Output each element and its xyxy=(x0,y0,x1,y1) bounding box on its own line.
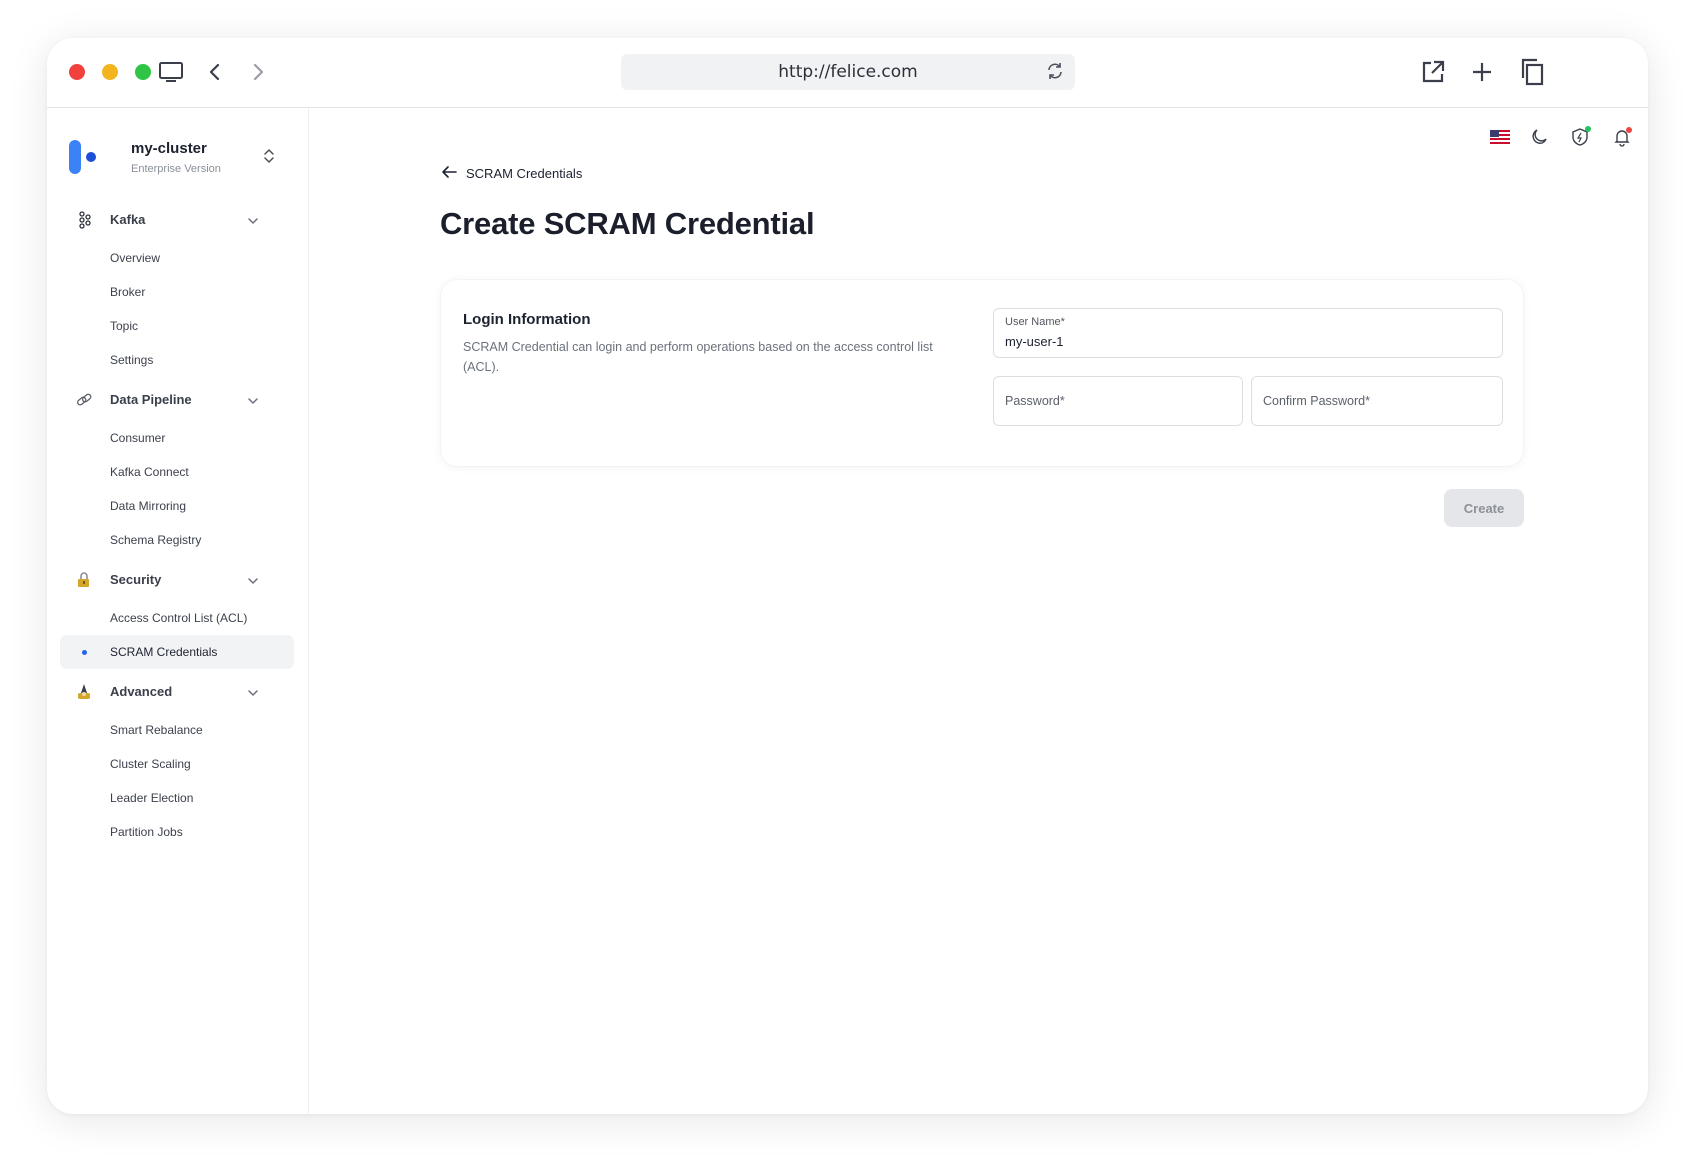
confirm-password-placeholder: Confirm Password* xyxy=(1263,394,1370,408)
sidebar-item-label: Kafka Connect xyxy=(110,465,189,479)
sidebar-item-scram-credentials[interactable]: SCRAM Credentials xyxy=(60,635,294,669)
monitor-icon[interactable] xyxy=(155,56,187,88)
password-field[interactable]: Password* xyxy=(993,376,1243,426)
nav-section-label: Kafka xyxy=(110,212,146,227)
nav-section-advanced[interactable]: Advanced xyxy=(47,675,309,709)
back-to-scram-credentials[interactable]: SCRAM Credentials xyxy=(441,165,582,182)
create-button[interactable]: Create xyxy=(1444,489,1524,527)
browser-window: http://felice.com my-cluster Enterprise … xyxy=(47,38,1648,1114)
url-bar[interactable]: http://felice.com xyxy=(621,54,1075,90)
sidebar-item-topic[interactable]: Topic xyxy=(60,309,294,343)
sidebar-item-label: Smart Rebalance xyxy=(110,723,203,737)
sidebar-item-label: Settings xyxy=(110,353,154,367)
close-window-button[interactable] xyxy=(69,64,85,80)
nav-section-label: Security xyxy=(110,572,162,587)
sidebar-item-label: Partition Jobs xyxy=(110,825,183,839)
arrow-left-icon xyxy=(441,165,457,182)
copy-icon[interactable] xyxy=(1516,56,1548,88)
open-external-icon[interactable] xyxy=(1417,56,1449,88)
sidebar-item-label: Broker xyxy=(110,285,146,299)
sidebar-item-data-mirroring[interactable]: Data Mirroring xyxy=(60,489,294,523)
maximize-window-button[interactable] xyxy=(135,64,151,80)
lock-icon xyxy=(75,571,93,589)
shield-icon[interactable] xyxy=(1570,126,1592,153)
cluster-switcher[interactable]: my-cluster Enterprise Version xyxy=(67,128,297,178)
sidebar-item-kafka-connect[interactable]: Kafka Connect xyxy=(60,455,294,489)
back-link-label: SCRAM Credentials xyxy=(466,166,583,181)
url-text: http://felice.com xyxy=(778,62,918,82)
us-flag-icon[interactable] xyxy=(1490,130,1510,149)
sidebar-item-label: SCRAM Credentials xyxy=(110,645,218,659)
sidebar-item-label: Consumer xyxy=(110,431,166,445)
username-field[interactable]: User Name* my-user-1 xyxy=(993,308,1503,358)
section-description: SCRAM Credential can login and perform o… xyxy=(463,340,933,374)
chevron-updown-icon[interactable] xyxy=(263,148,275,169)
sidebar-item-broker[interactable]: Broker xyxy=(60,275,294,309)
logo-icon xyxy=(67,140,99,181)
sidebar-item-label: Overview xyxy=(110,251,161,265)
sidebar-item-schema-registry[interactable]: Schema Registry xyxy=(60,523,294,557)
nav-section-kafka[interactable]: Kafka xyxy=(47,203,309,237)
sidebar-item-label: Schema Registry xyxy=(110,533,202,547)
minimize-window-button[interactable] xyxy=(102,64,118,80)
reload-icon[interactable] xyxy=(1045,61,1065,86)
chevron-down-icon[interactable] xyxy=(247,573,259,591)
sidebar-item-consumer[interactable]: Consumer xyxy=(60,421,294,455)
active-indicator xyxy=(82,650,87,655)
nav-section-label: Data Pipeline xyxy=(110,392,192,407)
sidebar-item-label: Data Mirroring xyxy=(110,499,187,513)
cluster-edition: Enterprise Version xyxy=(131,163,221,175)
username-label: User Name* xyxy=(1005,316,1065,328)
password-placeholder: Password* xyxy=(1005,394,1065,408)
moon-icon[interactable] xyxy=(1530,128,1548,151)
nav-section-security[interactable]: Security xyxy=(47,563,309,597)
login-information-card: Login Information SCRAM Credential can l… xyxy=(441,280,1523,466)
chevron-down-icon[interactable] xyxy=(247,393,259,411)
confirm-password-field[interactable]: Confirm Password* xyxy=(1251,376,1503,426)
sidebar-item-leader-election[interactable]: Leader Election xyxy=(60,781,294,815)
browser-chrome: http://felice.com xyxy=(47,38,1648,108)
sidebar-item-smart-rebalance[interactable]: Smart Rebalance xyxy=(60,713,294,747)
sidebar-item-settings[interactable]: Settings xyxy=(60,343,294,377)
chevron-down-icon[interactable] xyxy=(247,213,259,231)
back-nav-icon[interactable] xyxy=(199,56,231,88)
wizard-icon xyxy=(75,683,93,701)
nav-section-label: Advanced xyxy=(110,684,173,699)
nav-section-data-pipeline[interactable]: Data Pipeline xyxy=(47,383,309,417)
page-title: Create SCRAM Credential xyxy=(440,206,815,241)
sidebar-item-label: Access Control List (ACL) xyxy=(110,611,248,625)
section-title: Login Information xyxy=(463,311,591,328)
username-value: my-user-1 xyxy=(1005,334,1064,349)
cluster-name: my-cluster xyxy=(131,140,207,157)
forward-nav-icon[interactable] xyxy=(242,56,274,88)
new-tab-icon[interactable] xyxy=(1466,56,1498,88)
bell-icon[interactable] xyxy=(1612,126,1634,153)
sidebar-item-label: Leader Election xyxy=(110,791,194,805)
sidebar-item-label: Topic xyxy=(110,319,139,333)
sidebar-item-acl[interactable]: Access Control List (ACL) xyxy=(60,601,294,635)
sidebar-item-cluster-scaling[interactable]: Cluster Scaling xyxy=(60,747,294,781)
main-content: U SCRAM Credentials Create SCRAM Credent… xyxy=(310,108,1648,1114)
sidebar: my-cluster Enterprise Version Kafka Over… xyxy=(47,108,309,1114)
sidebar-item-overview[interactable]: Overview xyxy=(60,241,294,275)
sidebar-item-partition-jobs[interactable]: Partition Jobs xyxy=(60,815,294,849)
pipeline-icon xyxy=(75,391,93,409)
chevron-down-icon[interactable] xyxy=(247,685,259,703)
kafka-icon xyxy=(75,211,93,229)
sidebar-item-label: Cluster Scaling xyxy=(110,757,191,771)
